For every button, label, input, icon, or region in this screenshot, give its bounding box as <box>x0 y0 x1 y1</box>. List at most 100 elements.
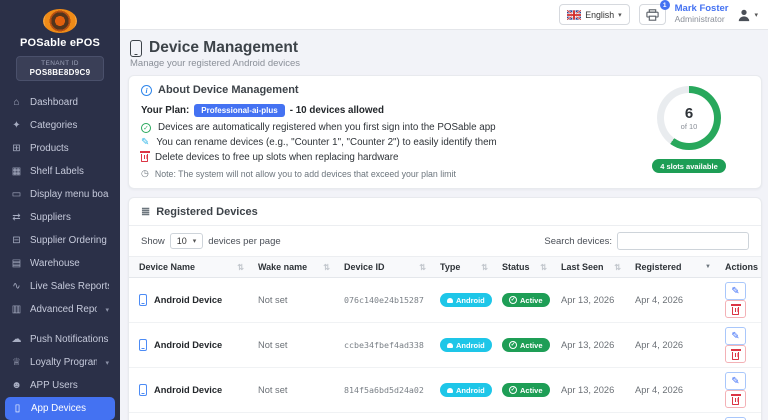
per-page-label: devices per page <box>208 236 280 247</box>
about-card: i About Device Management Your Plan: Pro… <box>128 75 762 189</box>
column-header[interactable]: Registered ▼ <box>625 257 715 278</box>
edit-device-button[interactable]: ✎ <box>725 372 746 390</box>
app-root: POSable ePOS TENANT ID POS8BE8D9C9 ⌂ Das… <box>0 0 768 420</box>
sort-icon: ▼ <box>705 264 711 270</box>
sidebar-item[interactable]: ☁ Push Notifications <box>0 328 120 351</box>
column-label: Registered <box>635 262 682 272</box>
bullet-text: Delete devices to free up slots when rep… <box>155 152 398 163</box>
sidebar-item-icon: ☻ <box>11 380 22 391</box>
page-head: Device Management <box>130 39 762 57</box>
column-header[interactable]: Type ⇅ <box>430 257 492 278</box>
edit-device-button[interactable]: ✎ <box>725 327 746 345</box>
user-menu-button[interactable]: ▾ <box>737 8 758 22</box>
list-icon: ≣ <box>141 205 150 218</box>
sidebar-item[interactable]: ▦ Shelf Labels <box>0 160 120 183</box>
usage-ring-inner: 6 of 10 <box>664 93 714 143</box>
usage-panel: 6 of 10 4 slots available <box>629 84 749 179</box>
page-size-select[interactable]: 10 ▾ <box>170 233 204 249</box>
page-subtitle: Manage your registered Android devices <box>130 58 762 69</box>
column-header[interactable]: Device Name ⇅ <box>129 257 248 278</box>
type-badge: Android <box>440 293 492 307</box>
sidebar-item-icon: ▦ <box>11 166 22 177</box>
about-content: i About Device Management Your Plan: Pro… <box>141 84 629 179</box>
column-label: Type <box>440 262 460 272</box>
column-label: Device ID <box>344 262 385 272</box>
printer-button[interactable]: 1 <box>639 4 666 25</box>
sidebar-item[interactable]: ⇄ Suppliers <box>0 206 120 229</box>
sort-icon: ⇅ <box>419 263 426 272</box>
sidebar-item[interactable]: ⌂ Dashboard <box>0 91 120 114</box>
table-row: Android Device Not set 076c140e24b15287 … <box>129 278 761 323</box>
sidebar-item-icon: ▯ <box>12 403 23 414</box>
delete-device-button[interactable] <box>725 345 746 363</box>
sidebar-item-icon: ⊟ <box>11 235 22 246</box>
devices-card-header: ≣ Registered Devices <box>129 198 761 226</box>
posable-logo-icon <box>43 9 77 33</box>
bullet-text: Devices are automatically registered whe… <box>158 122 496 133</box>
phone-icon <box>139 384 147 396</box>
sidebar-menu: ⌂ Dashboard ✦ Categories ⊞ Products <box>0 91 120 420</box>
android-robot-icon <box>447 298 453 303</box>
last-seen-cell: Apr 13, 2026 <box>551 368 625 413</box>
table-head: Device Name ⇅ Wake name ⇅ <box>129 257 761 278</box>
sidebar-item[interactable]: ⊟ Supplier Ordering <box>0 229 120 252</box>
type-badge: Android <box>440 338 492 352</box>
check-circle-icon: ✓ <box>509 296 517 304</box>
sidebar-item-label: Loyalty Program <box>30 357 97 368</box>
delete-device-button[interactable] <box>725 390 746 408</box>
about-bullet: Delete devices to free up slots when rep… <box>141 152 629 163</box>
column-header[interactable]: Wake name ⇅ <box>248 257 334 278</box>
android-robot-icon <box>447 343 453 348</box>
sidebar-item[interactable]: ⊞ Products <box>0 137 120 160</box>
page-size-control: Show 10 ▾ devices per page <box>141 233 281 249</box>
sidebar-item-label: Warehouse <box>30 258 80 269</box>
sidebar-item[interactable]: ▥ Advanced Reports ▾ <box>0 298 120 321</box>
sidebar-item[interactable]: ✦ Categories <box>0 114 120 137</box>
column-header[interactable]: Status ⇅ <box>492 257 551 278</box>
delete-device-button[interactable] <box>725 300 746 318</box>
sidebar-item-icon: ▭ <box>11 189 22 200</box>
device-id: 814f5a6bd5d24a02 <box>344 385 424 395</box>
sidebar-item-icon: ⌂ <box>11 97 22 108</box>
wake-name-cell: Not set <box>248 323 334 368</box>
sidebar-item-icon: ∿ <box>11 281 22 292</box>
sidebar-item[interactable]: ♕ Loyalty Program ▾ <box>0 351 120 374</box>
sort-icon: ⇅ <box>614 263 621 272</box>
registered-cell: Apr 4, 2026 <box>625 323 715 368</box>
sidebar-item[interactable]: ▭ Display menu boards <box>0 183 120 206</box>
devices-card-title: Registered Devices <box>156 206 258 218</box>
column-header[interactable]: Actions <box>715 257 761 278</box>
page-title: Device Management <box>149 39 298 57</box>
device-name: Android Device <box>154 295 222 305</box>
sidebar-item[interactable]: ▯ App Devices <box>5 397 115 420</box>
type-label: Android <box>456 341 485 350</box>
edit-device-button[interactable]: ✎ <box>725 282 746 300</box>
about-bullets: ✓ Devices are automatically registered w… <box>141 122 629 163</box>
bullet-icon: ✓ <box>141 123 151 133</box>
column-header[interactable]: Device ID ⇅ <box>334 257 430 278</box>
trash-icon <box>732 352 739 360</box>
table-header-row: Device Name ⇅ Wake name ⇅ <box>129 257 761 278</box>
sidebar-item[interactable]: ∿ Live Sales Reports <box>0 275 120 298</box>
usage-ring: 6 of 10 <box>657 86 721 150</box>
sidebar-item[interactable]: ▤ Warehouse <box>0 252 120 275</box>
column-label: Actions <box>725 262 758 272</box>
page-content: Device Management Manage your registered… <box>120 30 768 420</box>
top-header: English ▾ 1 Mark Foster Administrator <box>120 0 768 30</box>
sidebar-item[interactable]: ☻ APP Users <box>0 374 120 397</box>
trash-icon <box>732 397 739 405</box>
printer-icon <box>646 9 659 21</box>
sidebar-item-icon: ⊞ <box>11 143 22 154</box>
sidebar-item-label: Dashboard <box>30 97 78 108</box>
search-input[interactable] <box>617 232 749 250</box>
column-header[interactable]: Last Seen ⇅ <box>551 257 625 278</box>
plan-badge: Professional-ai-plus <box>194 104 284 117</box>
wake-name-cell: Not set <box>248 368 334 413</box>
person-icon <box>737 8 751 22</box>
sidebar-item-label: Push Notifications <box>30 334 108 345</box>
sidebar-item-icon: ✦ <box>11 120 22 131</box>
device-name: Android Device <box>154 340 222 350</box>
device-name-cell: Android Device <box>139 339 244 351</box>
language-selector[interactable]: English ▾ <box>559 4 629 25</box>
device-name-cell: Android Device <box>139 384 244 396</box>
